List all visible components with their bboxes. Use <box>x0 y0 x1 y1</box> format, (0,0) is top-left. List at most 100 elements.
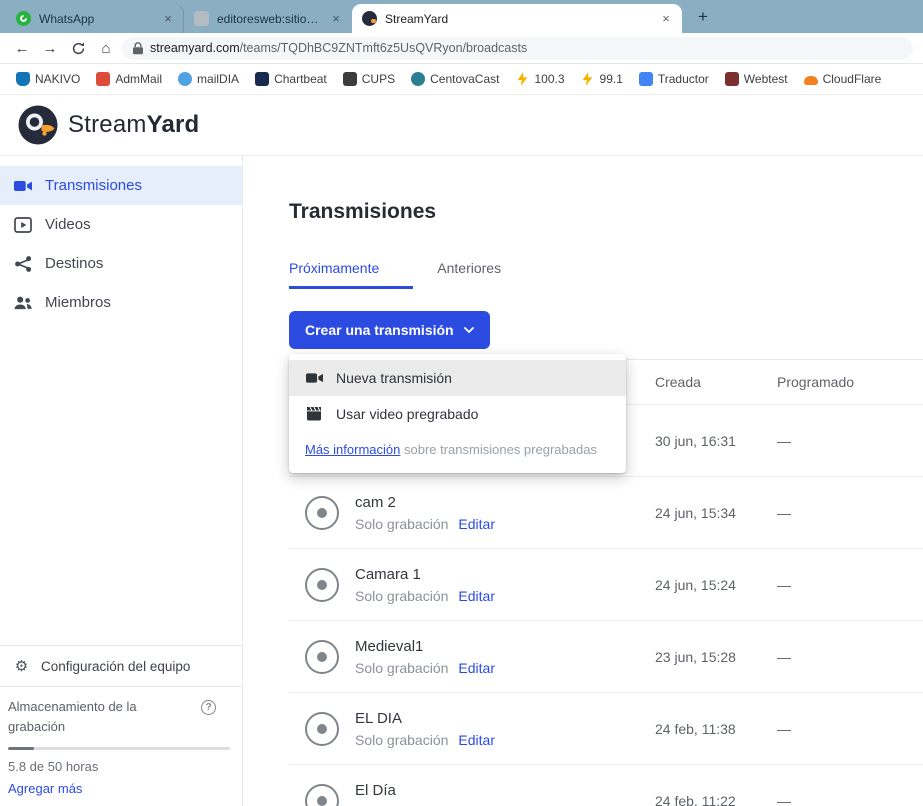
bookmark-chartbeat[interactable]: Chartbeat <box>247 72 335 86</box>
edit-link[interactable]: Editar <box>458 516 495 532</box>
back-icon[interactable]: ← <box>10 36 34 60</box>
team-settings-label: Configuración del equipo <box>41 659 190 674</box>
bookmark-label: Traductor <box>658 72 709 86</box>
cups-icon <box>343 72 357 86</box>
bookmark-label: Chartbeat <box>274 72 327 86</box>
storage-section: Almacenamiento de la grabación ? 5.8 de … <box>0 686 242 806</box>
create-broadcast-button[interactable]: Crear una transmisión <box>289 311 490 349</box>
record-icon <box>305 640 339 674</box>
bookmark-maildia[interactable]: mailDIA <box>170 72 247 86</box>
video-camera-icon <box>14 177 32 195</box>
edit-link[interactable]: Editar <box>458 732 495 748</box>
bookmark-label: AdmMail <box>115 72 162 86</box>
bookmark-label: NAKIVO <box>35 72 80 86</box>
menu-item-new-broadcast[interactable]: Nueva transmisión <box>289 360 626 396</box>
menu-info: Más información sobre transmisiones preg… <box>289 432 626 469</box>
page-title: Transmisiones <box>289 200 923 224</box>
edit-link[interactable]: Editar <box>458 588 495 604</box>
column-created: Creada <box>655 374 777 390</box>
sidebar-item-destinos[interactable]: Destinos <box>0 244 242 283</box>
sidebar-item-transmisiones[interactable]: Transmisiones <box>0 166 242 205</box>
bookmark-cups[interactable]: CUPS <box>335 72 403 86</box>
scheduled-cell: — <box>777 433 923 449</box>
broadcast-title: Camara 1 <box>355 566 495 583</box>
centovacast-icon <box>411 72 425 86</box>
browser-tab-editoresweb[interactable]: editoresweb:sitioweb:eldia.co × <box>184 4 352 33</box>
close-icon[interactable]: × <box>658 11 674 27</box>
broadcast-type: Solo grabación <box>355 588 448 604</box>
brand-part-stream: Stream <box>68 111 147 138</box>
tab-title: StreamYard <box>385 12 650 26</box>
streamyard-logo-icon <box>18 105 58 145</box>
clapperboard-icon <box>305 407 323 421</box>
bookmark-99-1[interactable]: 99.1 <box>573 72 631 86</box>
menu-item-prerecorded[interactable]: Usar video pregrabado <box>289 396 626 432</box>
created-cell: 24 jun, 15:34 <box>655 505 777 521</box>
team-settings-button[interactable]: ⚙ Configuración del equipo <box>0 645 242 686</box>
camera-icon <box>305 371 323 385</box>
scheduled-cell: — <box>777 721 923 737</box>
sidebar-item-videos[interactable]: Videos <box>0 205 242 244</box>
table-row[interactable]: cam 2 Solo grabaciónEditar 24 jun, 15:34… <box>289 477 923 549</box>
broadcast-subtitle: Solo grabación Editar <box>355 732 495 748</box>
table-row[interactable]: Camara 1 Solo grabaciónEditar 24 jun, 15… <box>289 549 923 621</box>
bookmark-admmail[interactable]: AdmMail <box>88 72 170 86</box>
close-icon[interactable]: × <box>160 11 176 27</box>
table-row[interactable]: El Día Solo grabaciónEditar 24 feb, 11:2… <box>289 765 923 806</box>
bookmark-cloudflare[interactable]: CloudFlare <box>796 72 890 86</box>
chartbeat-icon <box>255 72 269 86</box>
new-tab-button[interactable]: + <box>690 4 716 30</box>
created-cell: 30 jun, 16:31 <box>655 433 777 449</box>
home-icon[interactable]: ⌂ <box>94 36 118 60</box>
scheduled-cell: — <box>777 505 923 521</box>
menu-info-rest: sobre transmisiones pregrabadas <box>400 442 597 457</box>
bookmark-label: 99.1 <box>600 72 623 86</box>
tab-title: WhatsApp <box>39 12 152 26</box>
browser-tab-strip: WhatsApp × editoresweb:sitioweb:eldia.co… <box>0 0 923 33</box>
cloudflare-icon <box>804 76 818 85</box>
record-icon <box>305 784 339 806</box>
broadcast-title: El Día <box>355 782 495 799</box>
browser-tab-streamyard[interactable]: StreamYard × <box>352 4 682 33</box>
create-broadcast-menu: Nueva transmisión Usar video pregrabado … <box>289 354 626 473</box>
browser-tab-whatsapp[interactable]: WhatsApp × <box>6 4 184 33</box>
broadcast-type: Solo grabación <box>355 660 448 676</box>
broadcast-subtitle: Solo grabación Editar <box>355 660 495 676</box>
sidebar-item-label: Destinos <box>45 255 103 272</box>
bookmark-webtest[interactable]: Webtest <box>717 72 796 86</box>
bookmark-label: 100.3 <box>534 72 564 86</box>
url-field[interactable]: streamyard.com/teams/TQDhBC9ZNTmft6z5UsQ… <box>122 37 913 60</box>
bookmark-nakivo[interactable]: NAKIVO <box>8 72 88 86</box>
record-icon <box>305 568 339 602</box>
created-cell: 24 feb, 11:38 <box>655 721 777 737</box>
bookmark-100-3[interactable]: 100.3 <box>507 72 572 86</box>
site-favicon <box>194 11 209 26</box>
sidebar-item-miembros[interactable]: Miembros <box>0 283 242 322</box>
broadcast-type: Solo grabación <box>355 732 448 748</box>
whatsapp-icon <box>16 11 31 26</box>
close-icon[interactable]: × <box>328 11 344 27</box>
edit-link[interactable]: Editar <box>458 660 495 676</box>
brand-part-yard: Yard <box>147 111 200 138</box>
app-header: StreamYard <box>0 95 923 156</box>
tab-anteriores[interactable]: Anteriores <box>437 260 501 289</box>
bookmark-label: CentovaCast <box>430 72 499 86</box>
add-more-link[interactable]: Agregar más <box>8 781 82 796</box>
url-domain: streamyard.com <box>150 41 240 55</box>
tab-proximamente[interactable]: Próximamente <box>289 260 413 289</box>
learn-more-link[interactable]: Más información <box>305 442 400 457</box>
bookmark-traductor[interactable]: Traductor <box>631 72 717 86</box>
sidebar-item-label: Videos <box>45 216 91 233</box>
videos-icon <box>14 216 32 234</box>
table-row[interactable]: Medieval1 Solo grabaciónEditar 23 jun, 1… <box>289 621 923 693</box>
help-icon[interactable]: ? <box>201 700 216 715</box>
sidebar-nav: Transmisiones Videos Destinos Miembros <box>0 156 242 322</box>
bookmark-centovacast[interactable]: CentovaCast <box>403 72 507 86</box>
webtest-icon <box>725 72 739 86</box>
bookmark-label: CloudFlare <box>823 72 882 86</box>
forward-icon[interactable]: → <box>38 36 62 60</box>
admmail-icon <box>96 72 110 86</box>
reload-icon[interactable] <box>66 36 90 60</box>
table-row[interactable]: EL DIA Solo grabaciónEditar 24 feb, 11:3… <box>289 693 923 765</box>
members-icon <box>14 294 32 312</box>
